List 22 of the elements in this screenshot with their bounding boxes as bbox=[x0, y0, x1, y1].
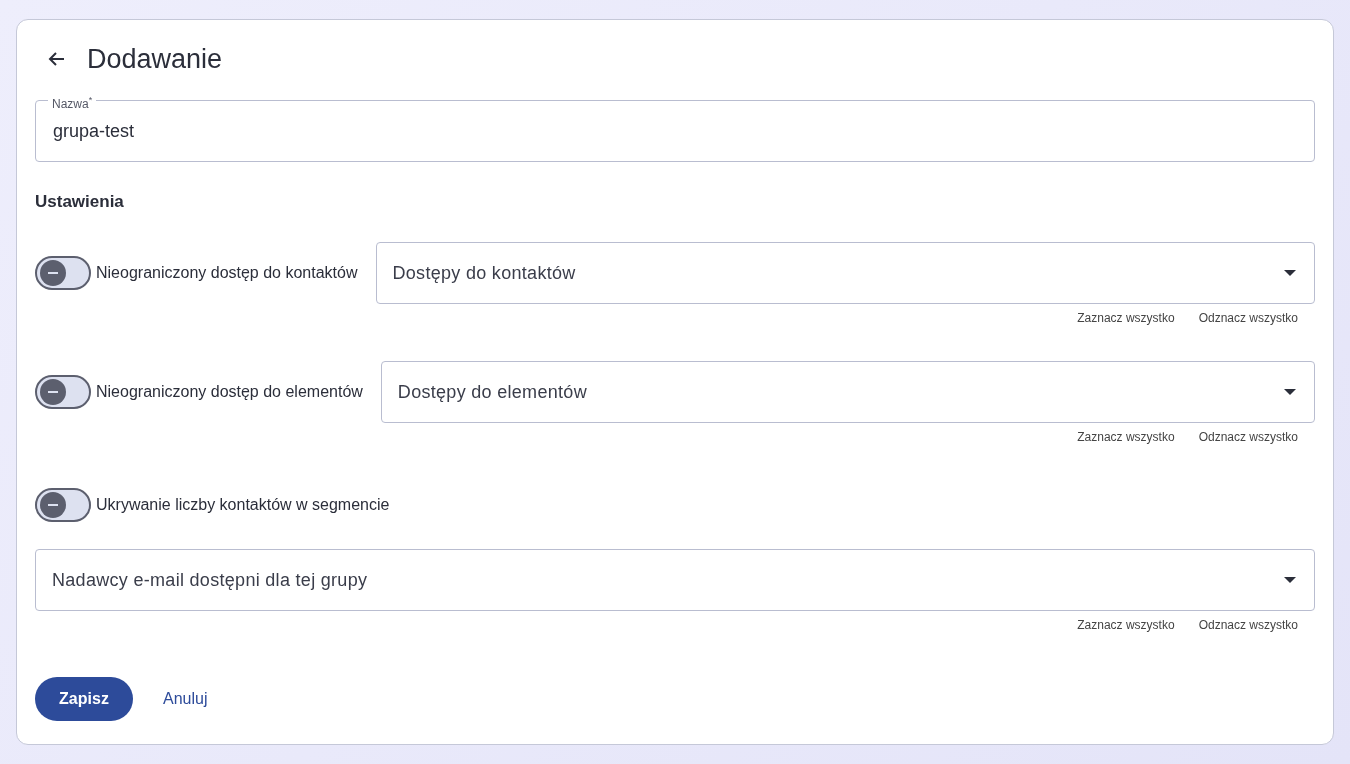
toggle-label: Ukrywanie liczby kontaktów w segmencie bbox=[96, 496, 390, 514]
page-title: Dodawanie bbox=[87, 43, 223, 75]
section-heading: Ustawienia bbox=[35, 192, 125, 212]
toggle-switch[interactable] bbox=[35, 488, 91, 522]
select-link[interactable]: Zaznacz wszystko bbox=[1077, 618, 1175, 632]
toggle-label: Nieograniczony dostęp do kontaktów bbox=[96, 264, 358, 282]
dropdown-field[interactable]: Dostępy do elementów bbox=[380, 361, 1315, 423]
select-link[interactable]: Zaznacz wszystko bbox=[1077, 311, 1175, 325]
caret-icon bbox=[1284, 577, 1296, 583]
cancel-button[interactable]: Anuluj bbox=[163, 690, 208, 708]
caret-icon bbox=[1284, 389, 1296, 395]
select-link[interactable]: Odznacz wszystko bbox=[1198, 430, 1298, 444]
save-button[interactable]: Zapisz bbox=[35, 677, 133, 721]
select-link[interactable]: Odznacz wszystko bbox=[1198, 618, 1298, 632]
caret-icon bbox=[1284, 270, 1296, 276]
select-link[interactable]: Odznacz wszystko bbox=[1198, 311, 1298, 325]
toggle-label: Nieograniczony dostęp do elementów bbox=[96, 383, 363, 401]
dropdown-field[interactable]: Nadawcy e-mail dostępni dla tej grupy bbox=[35, 549, 1315, 611]
toggle-switch[interactable] bbox=[35, 375, 91, 409]
select-link[interactable]: Zaznacz wszystko bbox=[1077, 430, 1175, 444]
dropdown-field[interactable]: Dostępy do kontaktów bbox=[375, 242, 1315, 304]
toggle-switch[interactable] bbox=[35, 256, 91, 290]
